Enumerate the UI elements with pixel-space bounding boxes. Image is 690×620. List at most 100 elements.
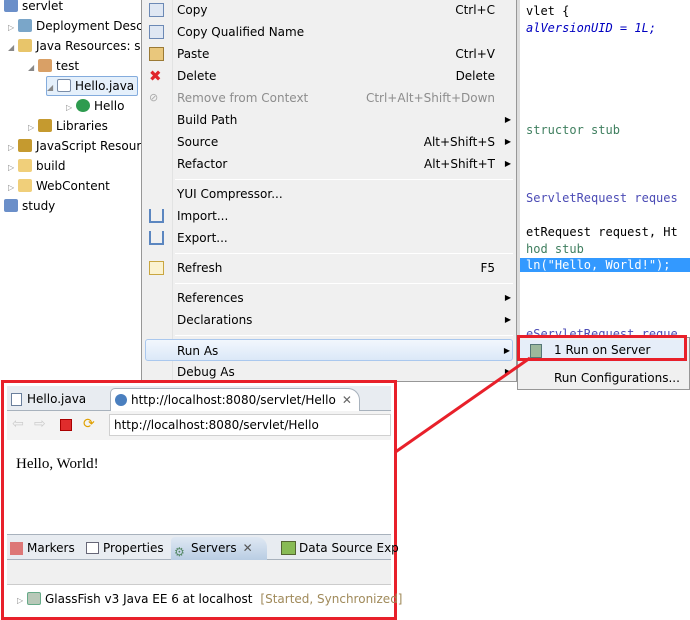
view-tabs: Markers Properties ⚙ Servers ✕ Data Source… [7, 534, 399, 560]
expand-icon[interactable]: ▷ [8, 158, 18, 178]
close-tab-icon[interactable]: ✕ [243, 541, 253, 555]
menu-separator [175, 335, 513, 336]
code-editor[interactable]: vlet { alVersionUID = 1L; structor stub … [517, 0, 690, 341]
collapse-icon[interactable]: ◢ [28, 58, 38, 78]
properties-icon [86, 542, 99, 554]
code-line: alVersionUID = 1L; [526, 21, 657, 35]
tree-item-webcontent[interactable]: ▷ WebContent [8, 176, 110, 196]
import-icon [149, 209, 164, 223]
remove-context-icon: ⊘ [149, 91, 159, 104]
menu-item-build-path[interactable]: Build Path ▶ [145, 109, 513, 131]
expand-icon[interactable]: ▷ [17, 591, 27, 611]
tree-item-java-resources[interactable]: ◢ Java Resources: src [8, 36, 152, 56]
expand-icon[interactable]: ▷ [28, 118, 38, 138]
expand-icon[interactable]: ▷ [8, 138, 18, 158]
menu-item-export[interactable]: Export... [145, 227, 513, 249]
descriptor-icon [18, 19, 32, 32]
menu-item-declarations[interactable]: Declarations ▶ [145, 309, 513, 331]
collapse-icon[interactable]: ◢ [8, 38, 18, 58]
server-icon [27, 592, 41, 605]
tab-data-source-explorer[interactable]: Data Source Exp [279, 537, 399, 560]
views-panel: Markers Properties ⚙ Servers ✕ Data Source… [7, 534, 403, 620]
menu-item-copy[interactable]: Copy Ctrl+C [145, 0, 513, 21]
browser-toolbar: ⇦ ⇨ ⟳ http://localhost:8080/servlet/Hell… [7, 411, 391, 440]
refresh-icon [149, 261, 164, 275]
tree-item-study[interactable]: study [4, 196, 55, 216]
tree-item-hello-java[interactable]: ◢ Hello.java [46, 76, 138, 96]
back-icon[interactable]: ⇦ [12, 416, 24, 432]
data-source-icon [281, 541, 296, 555]
tree-item-libraries[interactable]: ▷ Libraries [28, 116, 108, 136]
menu-item-refresh[interactable]: Refresh F5 [145, 257, 513, 279]
code-line: etRequest request, Ht [526, 225, 678, 239]
folder-icon [18, 159, 32, 172]
code-line: hod stub [526, 242, 584, 256]
submenu-arrow-icon: ▶ [504, 159, 511, 168]
callout-line [393, 356, 531, 455]
server-row[interactable]: ▷ GlassFish v3 Java EE 6 at localhost [Sta… [17, 589, 403, 609]
tree-item-javascript-resources[interactable]: ▷ JavaScript Resources [8, 136, 161, 156]
highlight-box [517, 335, 687, 361]
collapse-icon[interactable]: ◢ [47, 79, 57, 97]
folder-icon [18, 179, 32, 192]
servers-toolbar [7, 560, 391, 585]
code-line: vlet { [526, 4, 570, 18]
menu-separator [175, 283, 513, 284]
menu-item-yui-compressor[interactable]: YUI Compressor... [145, 183, 513, 205]
server-status: [Started, Synchronized] [260, 592, 403, 606]
package-icon [38, 59, 52, 72]
browser-callout: Hello.java http://localhost:8080/servlet… [1, 380, 403, 620]
page-content: Hello, World! [16, 456, 99, 472]
paste-icon [149, 47, 164, 61]
menu-item-refactor[interactable]: Refactor Alt+Shift+T ▶ [145, 153, 513, 175]
submenu-arrow-icon: ▶ [504, 315, 511, 324]
tree-item-build[interactable]: ▷ build [8, 156, 66, 176]
libraries-icon [38, 119, 52, 132]
markers-icon [10, 542, 23, 555]
submenu-item-run-configurations[interactable]: Run Configurations... [520, 368, 686, 390]
tab-markers[interactable]: Markers [7, 537, 75, 560]
libraries-icon [18, 139, 32, 152]
tab-browser[interactable]: http://localhost:8080/servlet/Hello ✕ [110, 388, 360, 411]
copy-icon [149, 3, 164, 17]
menu-item-copy-qualified-name[interactable]: Copy Qualified Name [145, 21, 513, 43]
menu-separator [175, 179, 513, 180]
menu-item-paste[interactable]: Paste Ctrl+V [145, 43, 513, 65]
delete-icon: ✖ [149, 67, 162, 85]
editor-tabs: Hello.java http://localhost:8080/servlet… [7, 386, 391, 411]
tree-item-servlet[interactable]: servlet [4, 0, 63, 16]
menu-item-delete[interactable]: ✖ Delete Delete [145, 65, 513, 87]
menu-item-import[interactable]: Import... [145, 205, 513, 227]
menu-separator [175, 253, 513, 254]
submenu-arrow-icon: ▶ [504, 115, 511, 124]
tree-item-test-package[interactable]: ◢ test [28, 56, 79, 76]
tab-hello-java[interactable]: Hello.java [7, 388, 107, 411]
expand-icon[interactable]: ▷ [8, 18, 18, 38]
copy-qualified-icon [149, 25, 164, 39]
code-line: ServletRequest reques [526, 191, 678, 205]
menu-item-references[interactable]: References ▶ [145, 287, 513, 309]
forward-icon[interactable]: ⇨ [34, 416, 46, 432]
tab-servers[interactable]: ⚙ Servers ✕ [171, 537, 267, 560]
url-input[interactable]: http://localhost:8080/servlet/Hello [109, 414, 391, 436]
project-explorer: servlet ▷ Deployment Descriptor ◢ Java Res… [0, 0, 176, 380]
expand-icon[interactable]: ▷ [8, 178, 18, 198]
java-file-icon [57, 79, 71, 92]
tree-item-hello-class[interactable]: ▷ Hello [66, 96, 124, 116]
project-icon [4, 199, 18, 212]
project-icon [4, 0, 18, 12]
menu-item-remove-from-context[interactable]: ⊘ Remove from Context Ctrl+Alt+Shift+Down [145, 87, 513, 109]
export-icon [149, 231, 164, 245]
code-line-selected: ln("Hello, World!"); [520, 258, 690, 272]
context-menu: Copy Ctrl+C Copy Qualified Name Paste Ctrl… [141, 0, 517, 382]
java-file-icon [11, 393, 22, 406]
tab-properties[interactable]: Properties [83, 537, 164, 560]
close-tab-icon[interactable]: ✕ [342, 393, 352, 407]
code-line: structor stub [526, 123, 620, 137]
expand-icon[interactable]: ▷ [66, 98, 76, 118]
submenu-arrow-icon: ▶ [504, 137, 511, 146]
stop-icon[interactable] [60, 419, 72, 431]
refresh-icon[interactable]: ⟳ [83, 416, 95, 432]
menu-item-source[interactable]: Source Alt+Shift+S ▶ [145, 131, 513, 153]
java-resources-icon [18, 39, 32, 52]
